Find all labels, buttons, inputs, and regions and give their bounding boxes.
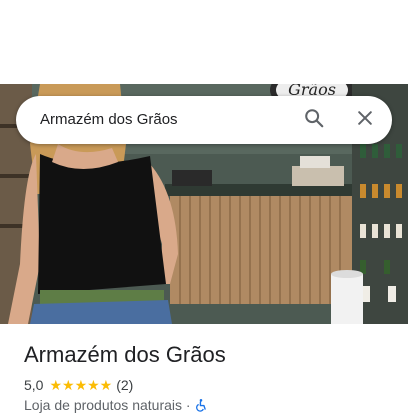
place-title: Armazém dos Grãos [24, 342, 226, 367]
separator: · [185, 397, 191, 413]
clear-search-button[interactable] [349, 104, 381, 136]
top-blank-area [0, 0, 408, 84]
rating-value: 5,0 [24, 377, 44, 393]
search-bar[interactable]: Armazém dos Grãos [16, 96, 392, 144]
category-row: Loja de produtos naturais · [24, 397, 208, 413]
close-icon [355, 108, 375, 133]
review-count[interactable]: (2) [116, 377, 133, 393]
search-input[interactable]: Armazém dos Grãos [40, 96, 178, 144]
accessible-icon [194, 397, 208, 413]
place-info-panel: Armazém dos Grãos 5,0 ★★★★★ (2) Loja de … [0, 324, 408, 413]
place-category[interactable]: Loja de produtos naturais [24, 397, 182, 413]
search-button[interactable] [298, 104, 330, 136]
rating-row[interactable]: 5,0 ★★★★★ (2) [24, 376, 133, 394]
star-rating-icon: ★★★★★ [49, 376, 113, 393]
search-icon [303, 107, 325, 134]
